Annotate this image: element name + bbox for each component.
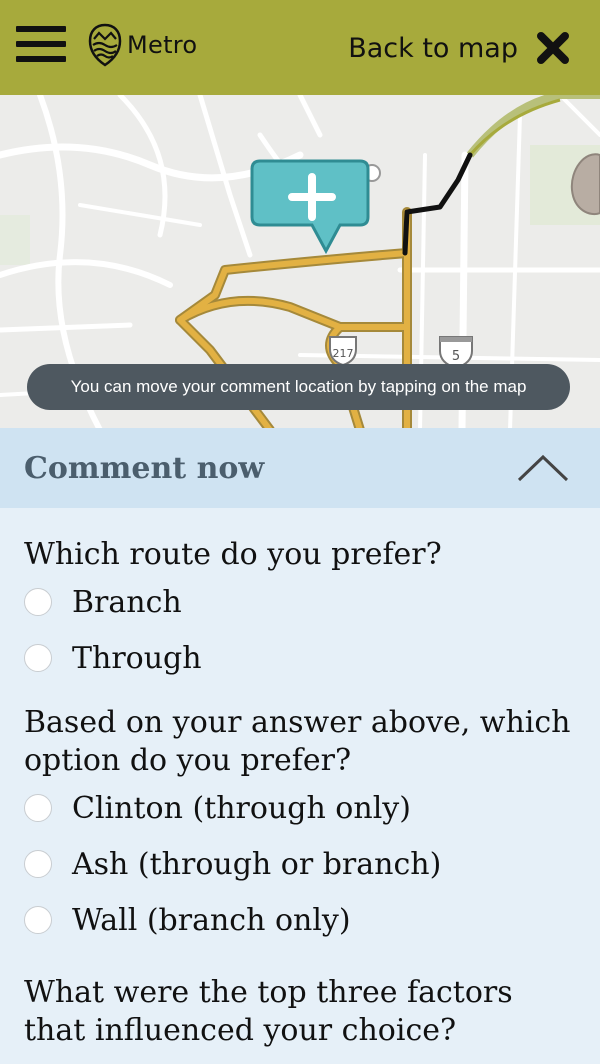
logo-text: Metro xyxy=(127,31,198,59)
comment-form: Which route do you prefer? Branch Throug… xyxy=(0,536,600,1050)
metro-logo[interactable]: Metro xyxy=(88,22,197,68)
option-label: Clinton (through only) xyxy=(72,790,411,826)
shield-5-label: 5 xyxy=(452,349,460,364)
option-through[interactable]: Through xyxy=(24,630,576,686)
comment-pin-icon[interactable] xyxy=(250,159,370,255)
option-label: Through xyxy=(72,640,202,676)
radio-button[interactable] xyxy=(24,850,52,878)
chevron-up-icon[interactable] xyxy=(516,453,570,483)
shield-217-label: 217 xyxy=(333,347,354,360)
back-to-map-label: Back to map xyxy=(348,32,518,64)
metro-logo-icon xyxy=(88,23,122,67)
radio-button[interactable] xyxy=(24,794,52,822)
option-branch[interactable]: Branch xyxy=(24,574,576,630)
radio-button[interactable] xyxy=(24,906,52,934)
radio-button[interactable] xyxy=(24,644,52,672)
radio-button[interactable] xyxy=(24,588,52,616)
menu-icon[interactable] xyxy=(16,26,66,72)
option-clinton[interactable]: Clinton (through only) xyxy=(24,780,576,836)
question-option: Based on your answer above, which option… xyxy=(24,705,571,778)
comment-panel-header[interactable]: Comment now xyxy=(0,428,600,508)
close-icon xyxy=(537,32,569,64)
highway-shield-icon: 217 xyxy=(329,336,357,367)
option-label: Ash (through or branch) xyxy=(72,846,442,882)
back-to-map-button[interactable]: Back to map xyxy=(348,24,570,72)
option-label: Branch xyxy=(72,584,182,620)
option-ash[interactable]: Ash (through or branch) xyxy=(24,836,576,892)
question-route: Which route do you prefer? xyxy=(24,537,442,572)
app-header: Metro Back to map xyxy=(0,0,600,95)
map-hint-toast: You can move your comment location by ta… xyxy=(27,364,570,410)
question-factors: What were the top three factors that inf… xyxy=(24,975,513,1048)
panel-title: Comment now xyxy=(24,450,265,486)
option-label: Wall (branch only) xyxy=(72,902,351,938)
comment-panel: Comment now Which route do you prefer? B… xyxy=(0,428,600,1064)
option-wall[interactable]: Wall (branch only) xyxy=(24,892,576,948)
